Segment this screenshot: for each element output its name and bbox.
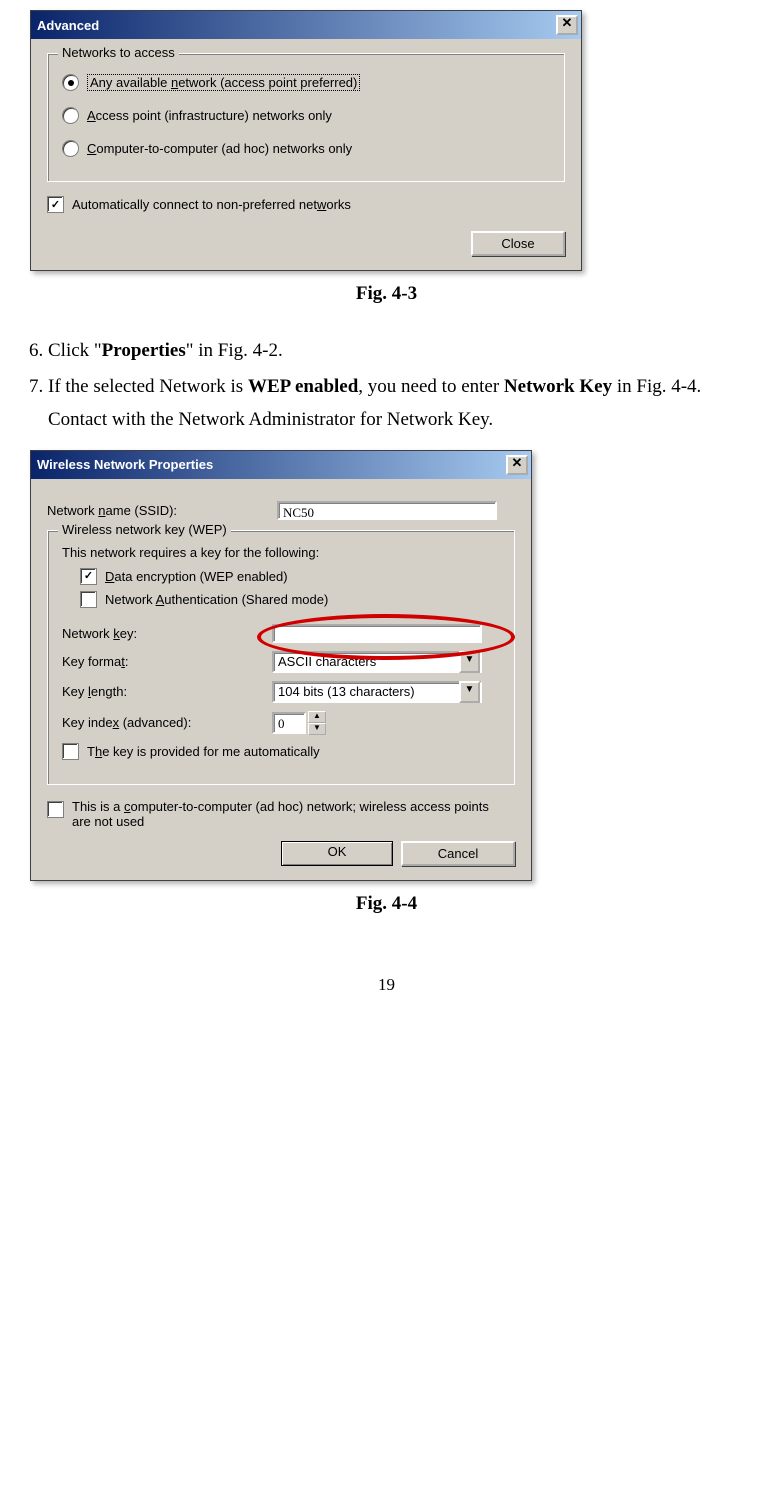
checkbox-icon — [47, 196, 64, 213]
key-index-value[interactable]: 0 — [272, 712, 306, 734]
radio-icon — [62, 74, 79, 91]
network-key-label: Network key: — [62, 626, 272, 641]
radio-adhoc-only-label: Computer-to-computer (ad hoc) networks o… — [87, 141, 352, 156]
instruction-list: Click "Properties" in Fig. 4-2. If the s… — [20, 335, 753, 436]
spin-down-icon[interactable]: ▼ — [308, 723, 326, 735]
radio-any-network-label: Any available network (access point pref… — [87, 74, 360, 91]
checkbox-auto-connect[interactable]: Automatically connect to non-preferred n… — [47, 196, 565, 213]
key-length-label: Key length: — [62, 684, 272, 699]
close-button[interactable]: Close — [471, 231, 565, 256]
key-length-select[interactable]: 104 bits (13 characters) ▼ — [272, 681, 482, 703]
wep-group: Wireless network key (WEP) This network … — [47, 530, 515, 785]
checkbox-key-auto[interactable]: The key is provided for me automatically — [62, 743, 500, 760]
key-index-spinner[interactable]: 0 ▲ ▼ — [272, 711, 326, 735]
checkbox-shared-mode-label: Network Authentication (Shared mode) — [105, 592, 328, 607]
radio-access-point-only[interactable]: Access point (infrastructure) networks o… — [62, 107, 550, 124]
networks-to-access-group: Networks to access Any available network… — [47, 53, 565, 182]
chevron-down-icon: ▼ — [459, 681, 480, 703]
step-6: Click "Properties" in Fig. 4-2. — [48, 335, 753, 367]
advanced-dialog: Advanced ✕ Networks to access Any availa… — [30, 10, 582, 271]
checkbox-key-auto-label: The key is provided for me automatically — [87, 744, 320, 759]
checkbox-adhoc[interactable]: This is a computer-to-computer (ad hoc) … — [47, 799, 515, 829]
key-index-label: Key index (advanced): — [62, 715, 272, 730]
checkbox-icon — [47, 801, 64, 818]
checkbox-wep-enabled-label: Data encryption (WEP enabled) — [105, 569, 288, 584]
checkbox-adhoc-label: This is a computer-to-computer (ad hoc) … — [72, 799, 492, 829]
key-format-select[interactable]: ASCII characters ▼ — [272, 651, 482, 673]
radio-access-point-only-label: Access point (infrastructure) networks o… — [87, 108, 332, 123]
wep-group-legend: Wireless network key (WEP) — [58, 522, 231, 537]
wireless-properties-title: Wireless Network Properties — [37, 457, 213, 472]
close-icon[interactable]: ✕ — [556, 15, 578, 35]
radio-icon — [62, 107, 79, 124]
step-7: If the selected Network is WEP enabled, … — [48, 371, 753, 436]
chevron-down-icon: ▼ — [459, 651, 480, 673]
checkbox-shared-mode[interactable]: Network Authentication (Shared mode) — [80, 591, 500, 608]
ok-button[interactable]: OK — [281, 841, 393, 866]
checkbox-icon — [62, 743, 79, 760]
ssid-label: Network name (SSID): — [47, 503, 277, 518]
checkbox-icon — [80, 568, 97, 585]
networks-to-access-legend: Networks to access — [58, 45, 179, 60]
wireless-properties-dialog: Wireless Network Properties ✕ Network na… — [30, 450, 532, 881]
wep-intro-text: This network requires a key for the foll… — [62, 545, 500, 560]
checkbox-icon — [80, 591, 97, 608]
network-key-input[interactable] — [272, 624, 482, 643]
ssid-input[interactable]: NC50 — [277, 501, 497, 520]
advanced-title: Advanced — [37, 18, 99, 33]
page-number: 19 — [20, 975, 753, 995]
radio-adhoc-only[interactable]: Computer-to-computer (ad hoc) networks o… — [62, 140, 550, 157]
wireless-properties-titlebar[interactable]: Wireless Network Properties ✕ — [31, 451, 531, 479]
key-format-label: Key format: — [62, 654, 272, 669]
checkbox-wep-enabled[interactable]: Data encryption (WEP enabled) — [80, 568, 500, 585]
advanced-titlebar[interactable]: Advanced ✕ — [31, 11, 581, 39]
spin-up-icon[interactable]: ▲ — [308, 711, 326, 723]
checkbox-auto-connect-label: Automatically connect to non-preferred n… — [72, 197, 351, 212]
close-icon[interactable]: ✕ — [506, 455, 528, 475]
radio-any-network[interactable]: Any available network (access point pref… — [62, 74, 550, 91]
figure-caption-4-3: Fig. 4-3 — [20, 283, 753, 305]
key-length-value: 104 bits (13 characters) — [278, 684, 415, 699]
cancel-button[interactable]: Cancel — [401, 841, 515, 866]
figure-caption-4-4: Fig. 4-4 — [20, 893, 753, 915]
radio-icon — [62, 140, 79, 157]
key-format-value: ASCII characters — [278, 654, 376, 669]
